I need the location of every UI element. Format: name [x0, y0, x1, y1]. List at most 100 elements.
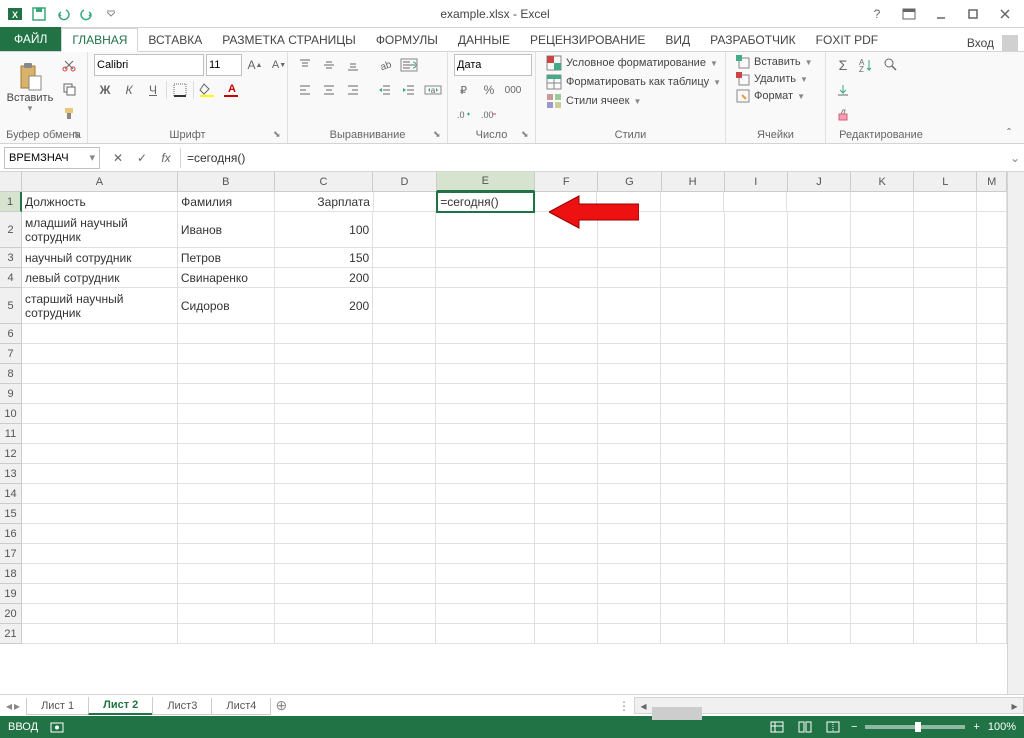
cell-A9[interactable] [22, 384, 178, 404]
column-header-H[interactable]: H [662, 172, 725, 192]
cell-K18[interactable] [851, 564, 914, 584]
tab-formulas[interactable]: ФОРМУЛЫ [366, 29, 448, 51]
cell-B11[interactable] [178, 424, 275, 444]
cell-E13[interactable] [436, 464, 535, 484]
cell-C3[interactable]: 150 [275, 248, 374, 268]
cell-J9[interactable] [788, 384, 851, 404]
cell-I7[interactable] [725, 344, 788, 364]
cell-F15[interactable] [535, 504, 598, 524]
cell-E2[interactable] [436, 212, 535, 248]
cell-J18[interactable] [788, 564, 851, 584]
cell-L4[interactable] [914, 268, 977, 288]
row-header-10[interactable]: 10 [0, 404, 22, 424]
cell-M10[interactable] [977, 404, 1007, 424]
cell-A8[interactable] [22, 364, 178, 384]
tab-view[interactable]: ВИД [655, 29, 700, 51]
row-header-18[interactable]: 18 [0, 564, 22, 584]
cell-M13[interactable] [977, 464, 1007, 484]
cell-E19[interactable] [436, 584, 535, 604]
cell-D4[interactable] [373, 268, 436, 288]
cell-I4[interactable] [725, 268, 788, 288]
cell-M1[interactable] [977, 192, 1007, 212]
cell-H16[interactable] [661, 524, 724, 544]
cell-G4[interactable] [598, 268, 661, 288]
cell-K1[interactable] [851, 192, 914, 212]
cell-E17[interactable] [436, 544, 535, 564]
cell-G7[interactable] [598, 344, 661, 364]
select-all-corner[interactable] [0, 172, 22, 192]
find-select-icon[interactable] [880, 54, 902, 76]
cell-C13[interactable] [275, 464, 374, 484]
cell-H20[interactable] [661, 604, 724, 624]
cell-D5[interactable] [373, 288, 436, 324]
row-header-17[interactable]: 17 [0, 544, 22, 564]
cell-E10[interactable] [436, 404, 535, 424]
cell-A6[interactable] [22, 324, 178, 344]
cell-M8[interactable] [977, 364, 1007, 384]
row-header-15[interactable]: 15 [0, 504, 22, 524]
row-header-9[interactable]: 9 [0, 384, 22, 404]
login-link[interactable]: Вход [967, 36, 994, 50]
hscroll-thumb[interactable] [652, 707, 702, 720]
column-header-A[interactable]: A [22, 172, 178, 192]
cell-M11[interactable] [977, 424, 1007, 444]
tab-review[interactable]: РЕЦЕНЗИРОВАНИЕ [520, 29, 655, 51]
column-header-L[interactable]: L [914, 172, 977, 192]
cell-E8[interactable] [436, 364, 535, 384]
underline-button[interactable]: Ч [142, 79, 164, 101]
cell-K19[interactable] [851, 584, 914, 604]
cell-E1[interactable]: =сегодня() [436, 191, 535, 213]
clear-icon[interactable] [832, 104, 854, 126]
increase-decimal-icon[interactable]: .0 [454, 104, 476, 126]
cell-M2[interactable] [977, 212, 1007, 248]
cell-K17[interactable] [851, 544, 914, 564]
cell-L5[interactable] [914, 288, 977, 324]
cell-B15[interactable] [178, 504, 275, 524]
percent-format-icon[interactable]: % [478, 79, 500, 101]
align-top-icon[interactable] [294, 54, 316, 76]
cell-J4[interactable] [788, 268, 851, 288]
cell-D9[interactable] [373, 384, 436, 404]
cell-F8[interactable] [535, 364, 598, 384]
cell-E20[interactable] [436, 604, 535, 624]
cell-C4[interactable]: 200 [275, 268, 374, 288]
column-header-D[interactable]: D [373, 172, 436, 192]
cell-L3[interactable] [914, 248, 977, 268]
cell-L17[interactable] [914, 544, 977, 564]
cell-B3[interactable]: Петров [178, 248, 275, 268]
cell-B9[interactable] [178, 384, 275, 404]
cell-L20[interactable] [914, 604, 977, 624]
cell-F13[interactable] [535, 464, 598, 484]
cell-H18[interactable] [661, 564, 724, 584]
row-header-12[interactable]: 12 [0, 444, 22, 464]
cell-A13[interactable] [22, 464, 178, 484]
cell-F5[interactable] [535, 288, 598, 324]
excel-icon[interactable]: X [4, 3, 26, 25]
cell-B7[interactable] [178, 344, 275, 364]
cell-G5[interactable] [598, 288, 661, 324]
row-header-1[interactable]: 1 [0, 192, 22, 212]
tab-home[interactable]: ГЛАВНАЯ [61, 28, 138, 52]
cell-M4[interactable] [977, 268, 1007, 288]
cell-G10[interactable] [598, 404, 661, 424]
row-header-3[interactable]: 3 [0, 248, 22, 268]
cell-B14[interactable] [178, 484, 275, 504]
cell-J14[interactable] [788, 484, 851, 504]
cell-H10[interactable] [661, 404, 724, 424]
align-bottom-icon[interactable] [342, 54, 364, 76]
cell-H1[interactable] [661, 192, 724, 212]
cell-B18[interactable] [178, 564, 275, 584]
cancel-formula-icon[interactable]: ✕ [108, 148, 128, 168]
add-sheet-icon[interactable]: ⊕ [270, 697, 292, 714]
cell-F10[interactable] [535, 404, 598, 424]
align-middle-icon[interactable] [318, 54, 340, 76]
cell-D15[interactable] [373, 504, 436, 524]
maximize-icon[interactable] [960, 4, 986, 24]
column-header-G[interactable]: G [598, 172, 661, 192]
decrease-indent-icon[interactable] [374, 79, 396, 101]
cell-J3[interactable] [788, 248, 851, 268]
cell-L7[interactable] [914, 344, 977, 364]
cell-L18[interactable] [914, 564, 977, 584]
increase-font-icon[interactable]: A▲ [244, 54, 266, 76]
cell-I15[interactable] [725, 504, 788, 524]
